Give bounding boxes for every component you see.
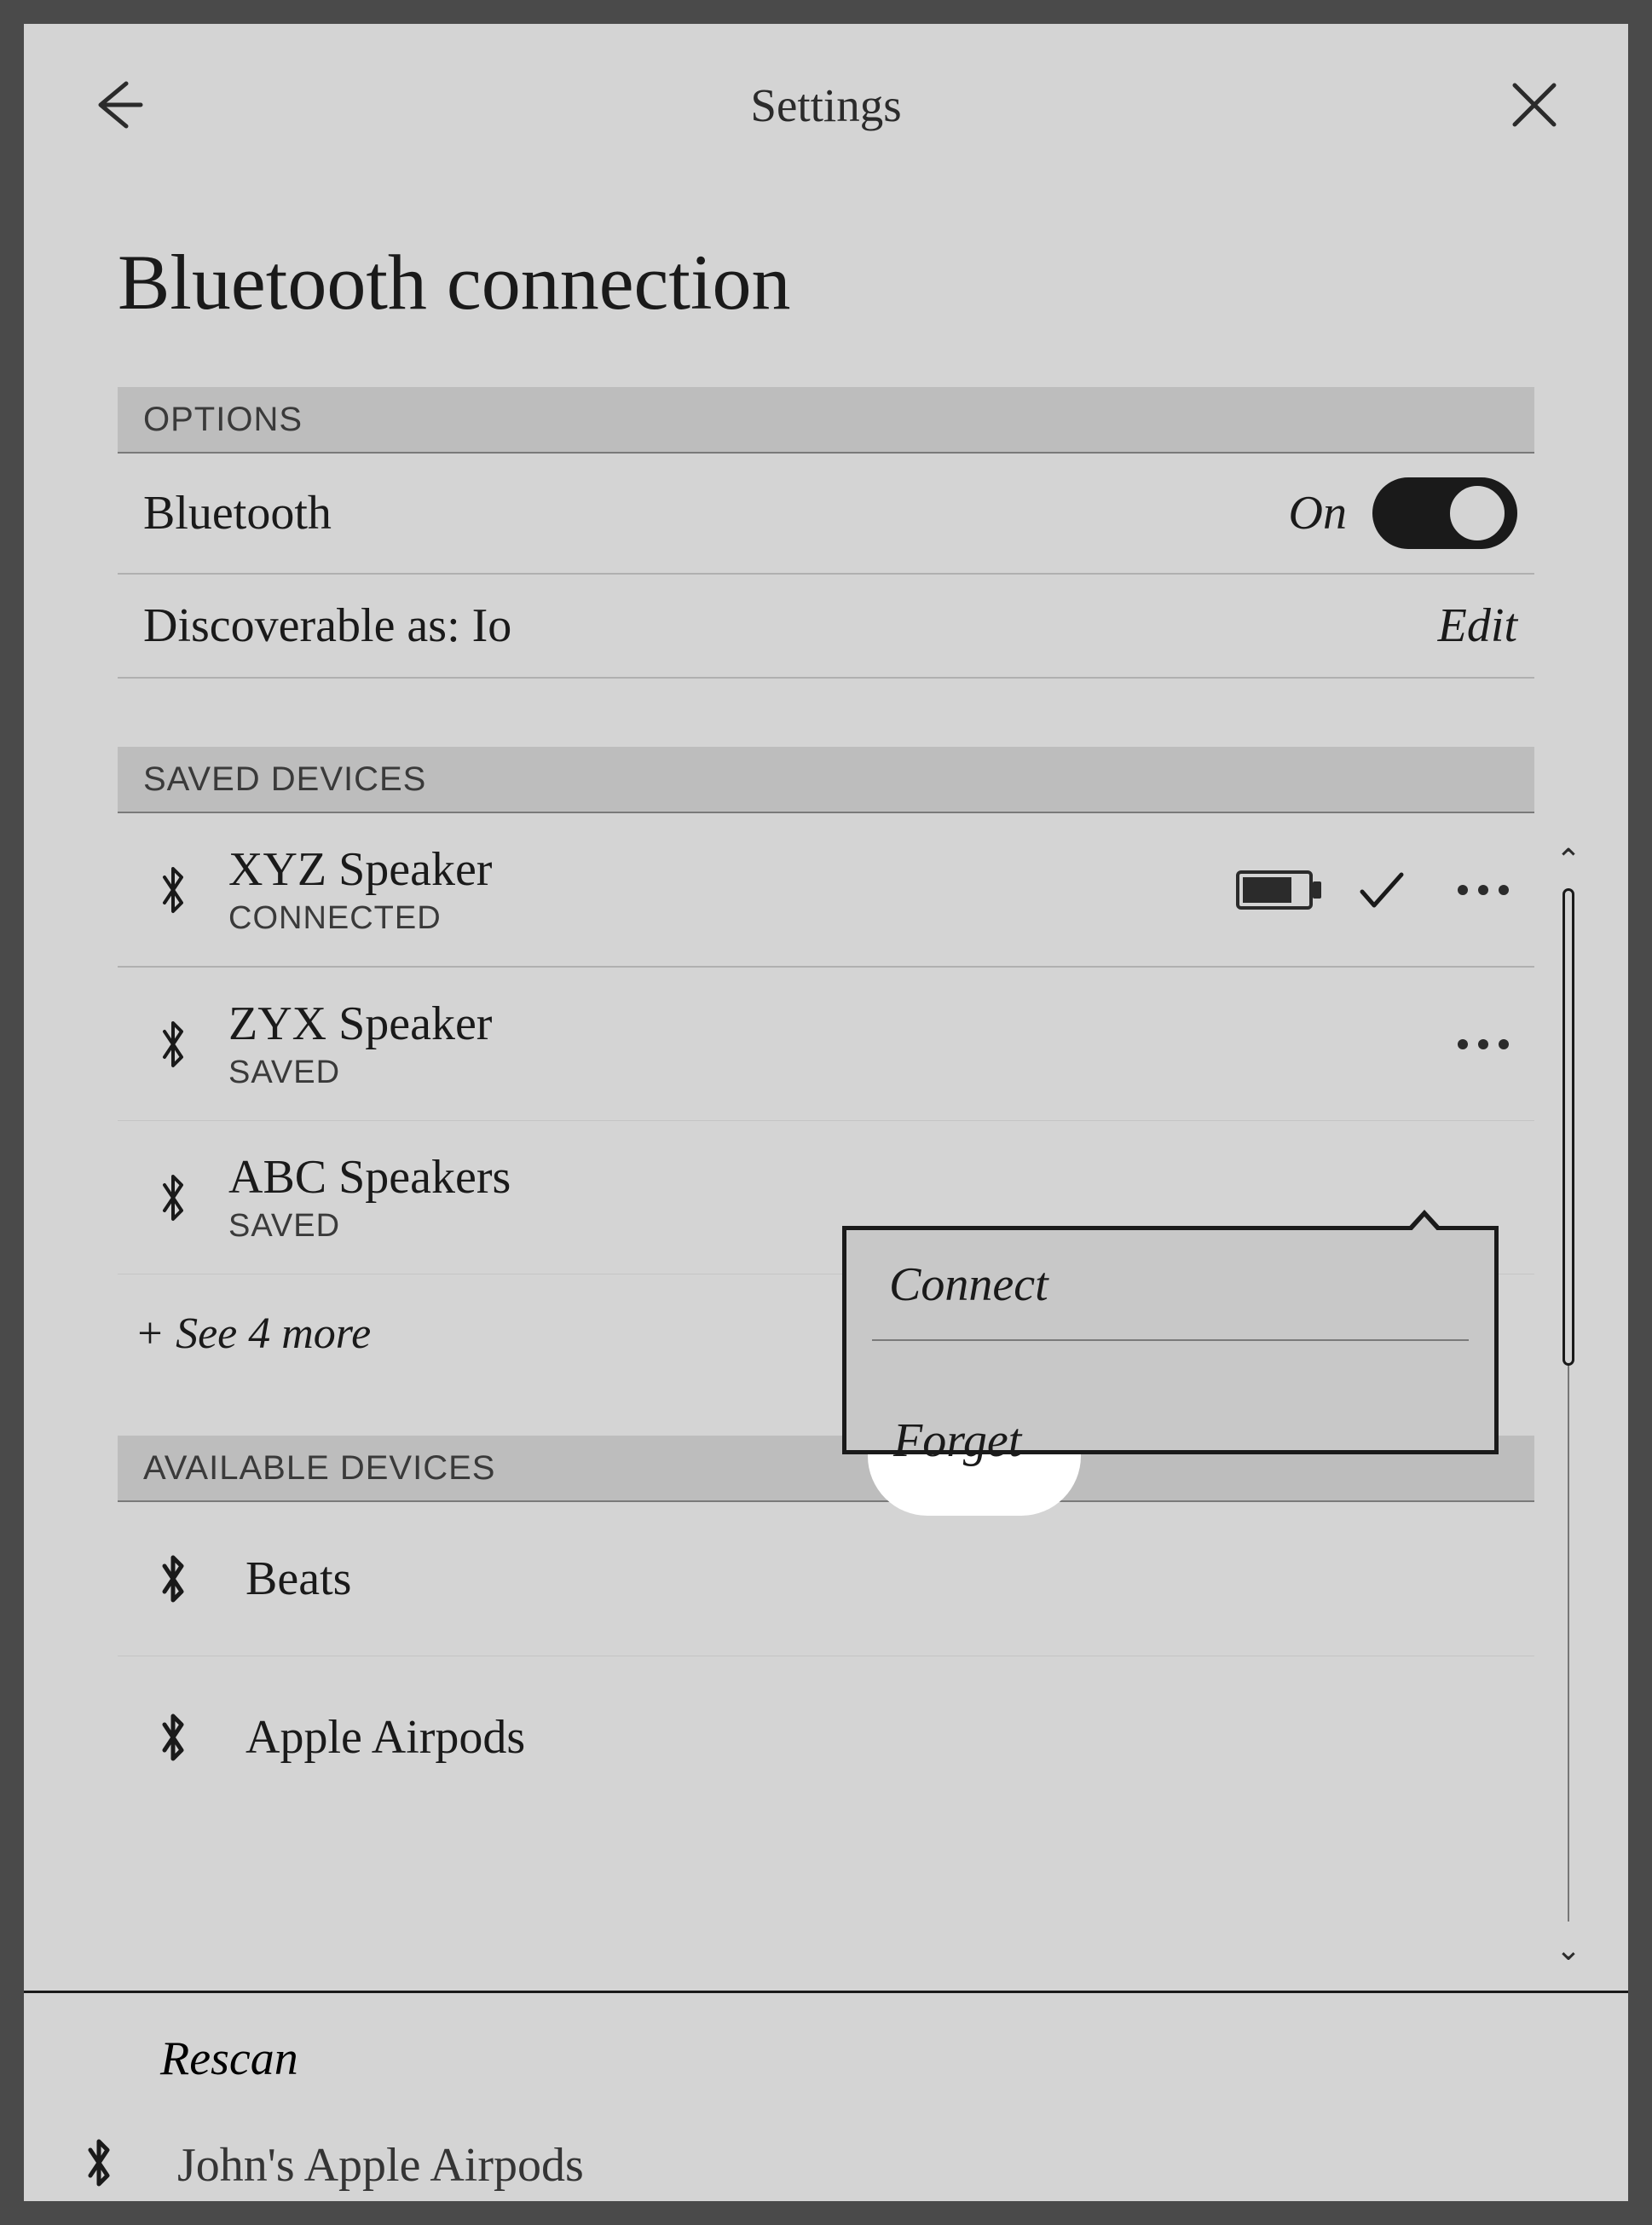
connected-check-icon [1355, 864, 1407, 916]
device-name: XYZ Speaker [228, 842, 1202, 897]
back-button[interactable] [84, 71, 152, 139]
scroll-thumb[interactable] [1562, 888, 1574, 1366]
bluetooth-icon [84, 2137, 114, 2188]
header-title: Settings [750, 78, 901, 132]
saved-device-row[interactable]: XYZ Speaker CONNECTED [118, 813, 1534, 968]
saved-device-row[interactable]: ZYX Speaker SAVED [118, 968, 1534, 1121]
bluetooth-label: Bluetooth [143, 486, 332, 540]
section-header-saved: SAVED DEVICES [118, 747, 1534, 813]
device-more-button[interactable] [1449, 1031, 1517, 1058]
scroll-up-icon[interactable]: ⌃ [1556, 842, 1581, 878]
close-button[interactable] [1500, 71, 1568, 139]
battery-icon [1236, 870, 1313, 910]
bluetooth-toggle-row: Bluetooth On [118, 454, 1534, 575]
device-name: ABC Speakers [228, 1150, 1517, 1205]
discoverable-row: Discoverable as: Io Edit [118, 575, 1534, 679]
device-status: CONNECTED [228, 900, 1202, 937]
available-device-row[interactable]: Beats [118, 1502, 1534, 1656]
scroll-track[interactable] [1560, 888, 1577, 1922]
device-name: Beats [245, 1552, 351, 1606]
bluetooth-icon [152, 860, 194, 920]
device-name: Apple Airpods [245, 1710, 525, 1765]
bluetooth-state-label: On [1289, 486, 1347, 540]
bluetooth-icon [152, 1014, 194, 1074]
arrow-left-icon [88, 75, 147, 135]
page-title: Bluetooth connection [118, 237, 1534, 327]
close-icon [1505, 75, 1564, 135]
scroll-indicator[interactable]: ⌃ ⌄ [1556, 842, 1581, 1968]
section-header-options: OPTIONS [118, 387, 1534, 454]
menu-separator [872, 1339, 1469, 1341]
device-name: ZYX Speaker [228, 997, 1415, 1051]
rescan-button[interactable]: Rescan [24, 1991, 1628, 2124]
device-name: John's Apple Airpods [177, 2138, 584, 2193]
menu-forget-button[interactable]: Forget [893, 1413, 1021, 1468]
device-more-button[interactable] [1449, 876, 1517, 904]
discoverable-label: Discoverable as: Io [143, 598, 511, 653]
bluetooth-icon [152, 1549, 194, 1609]
top-bar: Settings [24, 24, 1628, 186]
available-device-row[interactable]: Apple Airpods [118, 1656, 1534, 1776]
menu-connect-button[interactable]: Connect [846, 1230, 1494, 1339]
bluetooth-icon [152, 1708, 194, 1767]
device-status: SAVED [228, 1055, 1415, 1091]
scroll-down-icon[interactable]: ⌄ [1556, 1932, 1581, 1968]
bluetooth-toggle[interactable] [1372, 477, 1517, 549]
discoverable-edit-button[interactable]: Edit [1438, 598, 1517, 653]
bluetooth-icon [152, 1168, 194, 1228]
